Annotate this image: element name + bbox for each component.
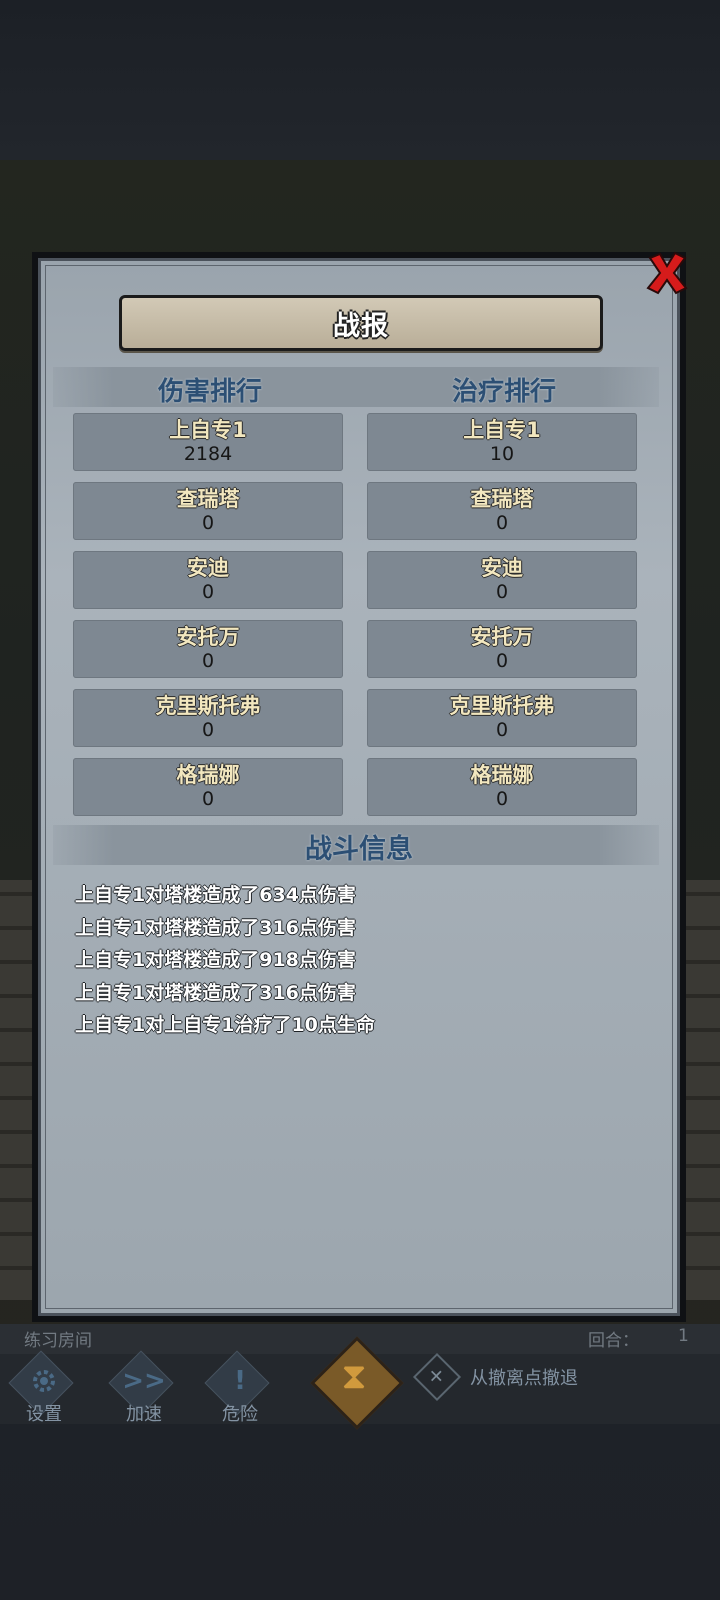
heal-rank-card: 安迪 0 xyxy=(367,551,637,609)
heal-rank-name: 安托万 xyxy=(470,625,534,649)
settings-label: 设置 xyxy=(26,1404,62,1425)
damage-rank-card: 查瑞塔 0 xyxy=(73,482,343,540)
damage-rank-card: 格瑞娜 0 xyxy=(73,758,343,816)
battle-log-entry: 上自专1对塔楼造成了634点伤害 xyxy=(75,884,356,906)
heal-rank-card: 格瑞娜 0 xyxy=(367,758,637,816)
heal-rank-name: 查瑞塔 xyxy=(470,487,534,511)
damage-rank-header: 伤害排行 xyxy=(157,377,262,407)
heal-rank-name: 克里斯托弗 xyxy=(449,694,555,718)
heal-rank-name: 格瑞娜 xyxy=(470,763,534,787)
heal-rank-value: 0 xyxy=(495,719,509,741)
end-turn-button[interactable]: ⧗ xyxy=(310,1336,404,1430)
speed-button[interactable]: >> 加速 xyxy=(104,1350,184,1426)
turn-label: 回合： xyxy=(588,1331,639,1351)
hourglass-icon: ⧗ xyxy=(341,1356,367,1397)
battle-log-entry: 上自专1对塔楼造成了316点伤害 xyxy=(75,981,356,1004)
battle-report-panel: 战报 伤害排行 治疗排行 上自专1 2184 查瑞塔 0 安迪 0 安托万 0 xyxy=(38,258,680,1316)
retreat-button[interactable]: ✕ 从撤离点撤退 xyxy=(412,1352,578,1402)
damage-rank-card: 安迪 0 xyxy=(73,551,343,609)
heal-rank-name: 上自专1 xyxy=(463,418,541,442)
battle-report-modal: 战报 伤害排行 治疗排行 上自专1 2184 查瑞塔 0 安迪 0 安托万 0 xyxy=(32,251,688,1322)
fast-forward-icon: >> xyxy=(122,1366,166,1396)
left-wall-bricks xyxy=(0,880,34,1300)
battle-log-entry: 上自专1对塔楼造成了918点伤害 xyxy=(75,949,356,971)
game-screen: 战报 伤害排行 治疗排行 上自专1 2184 查瑞塔 0 安迪 0 安托万 0 xyxy=(0,0,720,1600)
title-plaque: 战报 xyxy=(119,295,603,351)
heal-rank-value: 0 xyxy=(495,788,509,810)
damage-rank-name: 安迪 xyxy=(187,556,229,580)
heal-rank-card: 克里斯托弗 0 xyxy=(367,689,637,747)
retreat-label: 从撤离点撤退 xyxy=(470,1368,578,1389)
damage-rank-value: 2184 xyxy=(183,443,233,465)
damage-rank-card: 安托万 0 xyxy=(73,620,343,678)
crossed-tools-icon: ✕ xyxy=(412,1352,462,1402)
damage-rank-value: 0 xyxy=(201,581,215,603)
heal-rank-value: 0 xyxy=(495,581,509,603)
heal-rank-value: 0 xyxy=(495,650,509,672)
danger-label: 危险 xyxy=(222,1404,258,1425)
damage-rank-name: 查瑞塔 xyxy=(176,487,240,511)
modal-title: 战报 xyxy=(333,310,389,342)
heal-rank-card: 上自专1 10 xyxy=(367,413,637,471)
damage-rank-value: 0 xyxy=(201,512,215,534)
close-button[interactable] xyxy=(640,246,694,300)
damage-rank-card: 上自专1 2184 xyxy=(73,413,343,471)
battle-log-header: 战斗信息 xyxy=(305,834,413,865)
speed-label: 加速 xyxy=(126,1404,162,1425)
heal-rank-header: 治疗排行 xyxy=(451,377,556,407)
room-name: 练习房间 xyxy=(24,1331,92,1351)
heal-rank-name: 安迪 xyxy=(481,556,523,580)
damage-rank-name: 安托万 xyxy=(176,625,240,649)
right-wall-bricks xyxy=(686,880,720,1300)
battle-log-entry: 上自专1对塔楼造成了316点伤害 xyxy=(75,916,356,939)
damage-rank-value: 0 xyxy=(201,788,215,810)
damage-rank-value: 0 xyxy=(201,650,215,672)
danger-button[interactable]: ! 危险 xyxy=(200,1350,280,1426)
damage-rank-card: 克里斯托弗 0 xyxy=(73,689,343,747)
close-x-icon xyxy=(646,251,688,295)
damage-rank-name: 上自专1 xyxy=(169,418,247,442)
battle-log-entry: 上自专1对上自专1治疗了10点生命 xyxy=(75,1014,375,1036)
heal-rank-value: 0 xyxy=(495,512,509,534)
damage-rank-name: 格瑞娜 xyxy=(176,763,240,787)
battle-log-list: 上自专1对塔楼造成了634点伤害 上自专1对塔楼造成了316点伤害 上自专1对塔… xyxy=(75,879,375,1042)
heal-rank-value: 10 xyxy=(489,443,515,465)
gear-icon xyxy=(4,1366,84,1403)
exclamation-icon: ! xyxy=(234,1366,246,1396)
damage-rank-value: 0 xyxy=(201,719,215,741)
heal-rank-card: 查瑞塔 0 xyxy=(367,482,637,540)
turn-value: 1 xyxy=(678,1326,689,1346)
settings-button[interactable]: 设置 xyxy=(4,1350,84,1426)
heal-rank-card: 安托万 0 xyxy=(367,620,637,678)
damage-rank-name: 克里斯托弗 xyxy=(155,694,261,718)
